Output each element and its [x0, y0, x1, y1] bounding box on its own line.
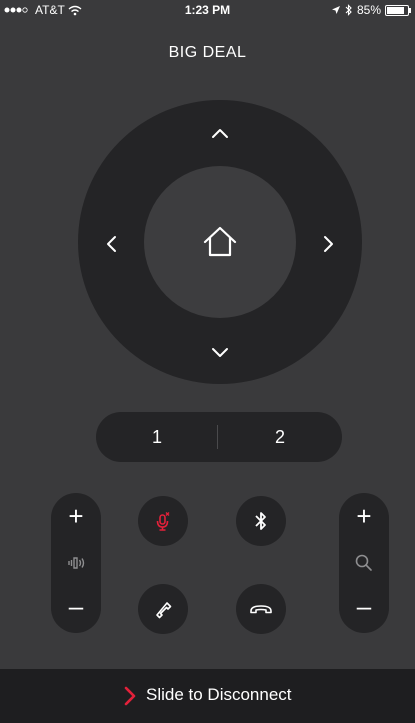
- phone-handset-icon: [156, 602, 172, 619]
- chevron-right-icon[interactable]: [123, 686, 137, 706]
- arrow-up-icon[interactable]: [208, 122, 232, 146]
- number-selector: 1 2: [96, 412, 342, 462]
- slide-to-disconnect-label: Slide to Disconnect: [146, 685, 292, 704]
- hang-up-icon: [250, 605, 272, 614]
- hang-up-button[interactable]: [236, 584, 286, 634]
- battery-icon: [385, 4, 411, 16]
- number-1-button[interactable]: 1: [127, 412, 187, 462]
- zoom-out-button[interactable]: –: [339, 591, 389, 622]
- arrow-left-icon[interactable]: [100, 232, 124, 256]
- status-bar: AT&T 1:23 PM 85%: [0, 0, 415, 20]
- battery-fill: [387, 6, 404, 14]
- slide-to-disconnect-bar[interactable]: Slide to Disconnect: [0, 669, 415, 723]
- zoom-control: + –: [339, 493, 389, 633]
- location-arrow-icon: [331, 6, 340, 14]
- number-divider: [217, 425, 218, 449]
- home-icon[interactable]: [198, 220, 242, 264]
- battery-percent: 85%: [356, 3, 381, 17]
- bluetooth-button[interactable]: [236, 496, 286, 546]
- number-2-button[interactable]: 2: [250, 412, 310, 462]
- arrow-down-icon[interactable]: [208, 340, 232, 364]
- page-title: BIG DEAL: [168, 44, 247, 61]
- search-icon: [355, 554, 372, 571]
- zoom-in-button[interactable]: +: [339, 501, 389, 532]
- bluetooth-icon: [255, 512, 266, 530]
- volume-down-button[interactable]: –: [51, 591, 101, 622]
- microphone-mute-icon: [156, 512, 170, 531]
- speaker-volume-icon: [68, 557, 85, 569]
- call-button[interactable]: [138, 584, 188, 634]
- bluetooth-icon: [345, 4, 352, 16]
- mute-button[interactable]: [138, 496, 188, 546]
- volume-up-button[interactable]: +: [51, 501, 101, 532]
- volume-control: + –: [51, 493, 101, 633]
- arrow-right-icon[interactable]: [316, 232, 340, 256]
- status-right: 85%: [331, 3, 411, 17]
